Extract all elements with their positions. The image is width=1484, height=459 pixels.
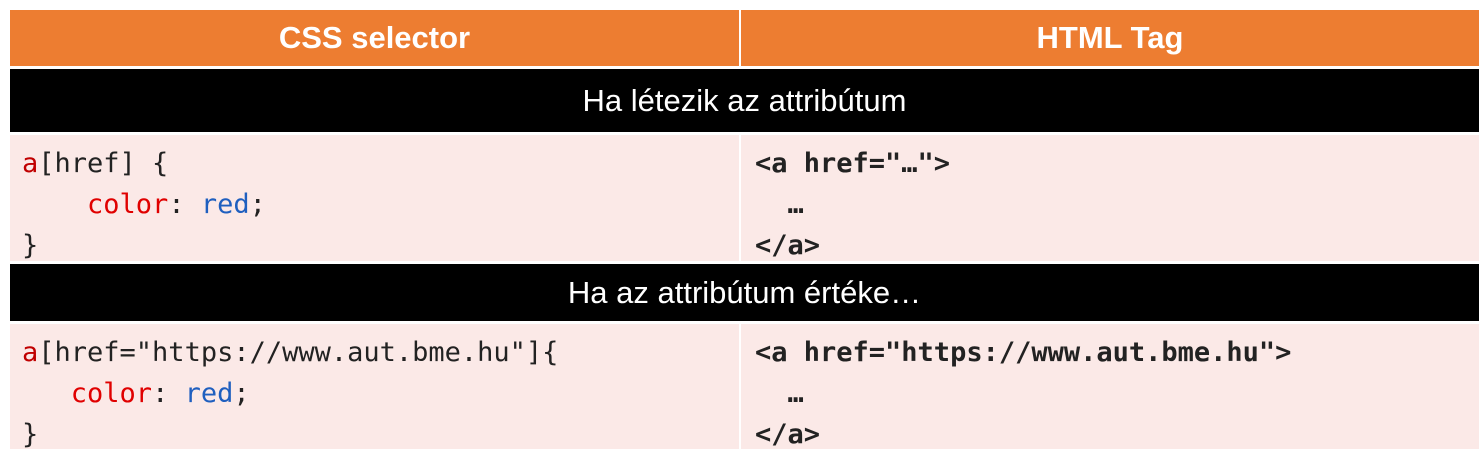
code-close-brace: } bbox=[22, 230, 39, 261]
css-semicolon: ; bbox=[249, 189, 266, 220]
code-line: a[href="https://www.aut.bme.hu"]{ bbox=[22, 332, 739, 373]
css-property: color bbox=[87, 189, 169, 220]
section-title-attribute-value: Ha az attribútum értéke… bbox=[10, 261, 1479, 321]
css-code-attribute-exists: a[href] { color: red; } bbox=[10, 132, 741, 261]
css-code-attribute-value: a[href="https://www.aut.bme.hu"]{ color:… bbox=[10, 321, 741, 450]
section-title-attribute-exists: Ha létezik az attribútum bbox=[10, 66, 1479, 132]
html-code-attribute-value: <a href="https://www.aut.bme.hu"> … </a> bbox=[741, 321, 1479, 450]
selector-tag: a bbox=[22, 148, 39, 179]
html-code-attribute-exists: <a href="…"> … </a> bbox=[741, 132, 1479, 261]
css-colon: : bbox=[152, 378, 185, 409]
code-close-brace: } bbox=[22, 419, 39, 450]
css-value: red bbox=[184, 378, 234, 409]
code-line: a[href] { bbox=[22, 143, 739, 184]
selector-attribute: [href] { bbox=[38, 148, 169, 179]
selector-attribute: [href="https://www.aut.bme.hu"]{ bbox=[38, 337, 559, 368]
css-semicolon: ; bbox=[233, 378, 250, 409]
header-html-tag: HTML Tag bbox=[741, 10, 1479, 66]
html-open-tag: <a href="https://www.aut.bme.hu"> bbox=[755, 337, 1292, 368]
html-close-tag: </a> bbox=[755, 230, 821, 261]
html-content-ellipsis: … bbox=[755, 378, 804, 409]
code-line: color: red; bbox=[22, 373, 739, 414]
html-content-ellipsis: … bbox=[755, 189, 804, 220]
html-close-tag: </a> bbox=[755, 419, 821, 450]
header-css-selector: CSS selector bbox=[10, 10, 741, 66]
code-line: color: red; bbox=[22, 184, 739, 225]
css-property: color bbox=[70, 378, 153, 409]
css-selector-table: CSS selector HTML Tag Ha létezik az attr… bbox=[10, 10, 1479, 450]
selector-tag: a bbox=[22, 337, 39, 368]
css-value: red bbox=[200, 189, 250, 220]
html-open-tag: <a href="…"> bbox=[755, 148, 951, 179]
css-colon: : bbox=[168, 189, 201, 220]
